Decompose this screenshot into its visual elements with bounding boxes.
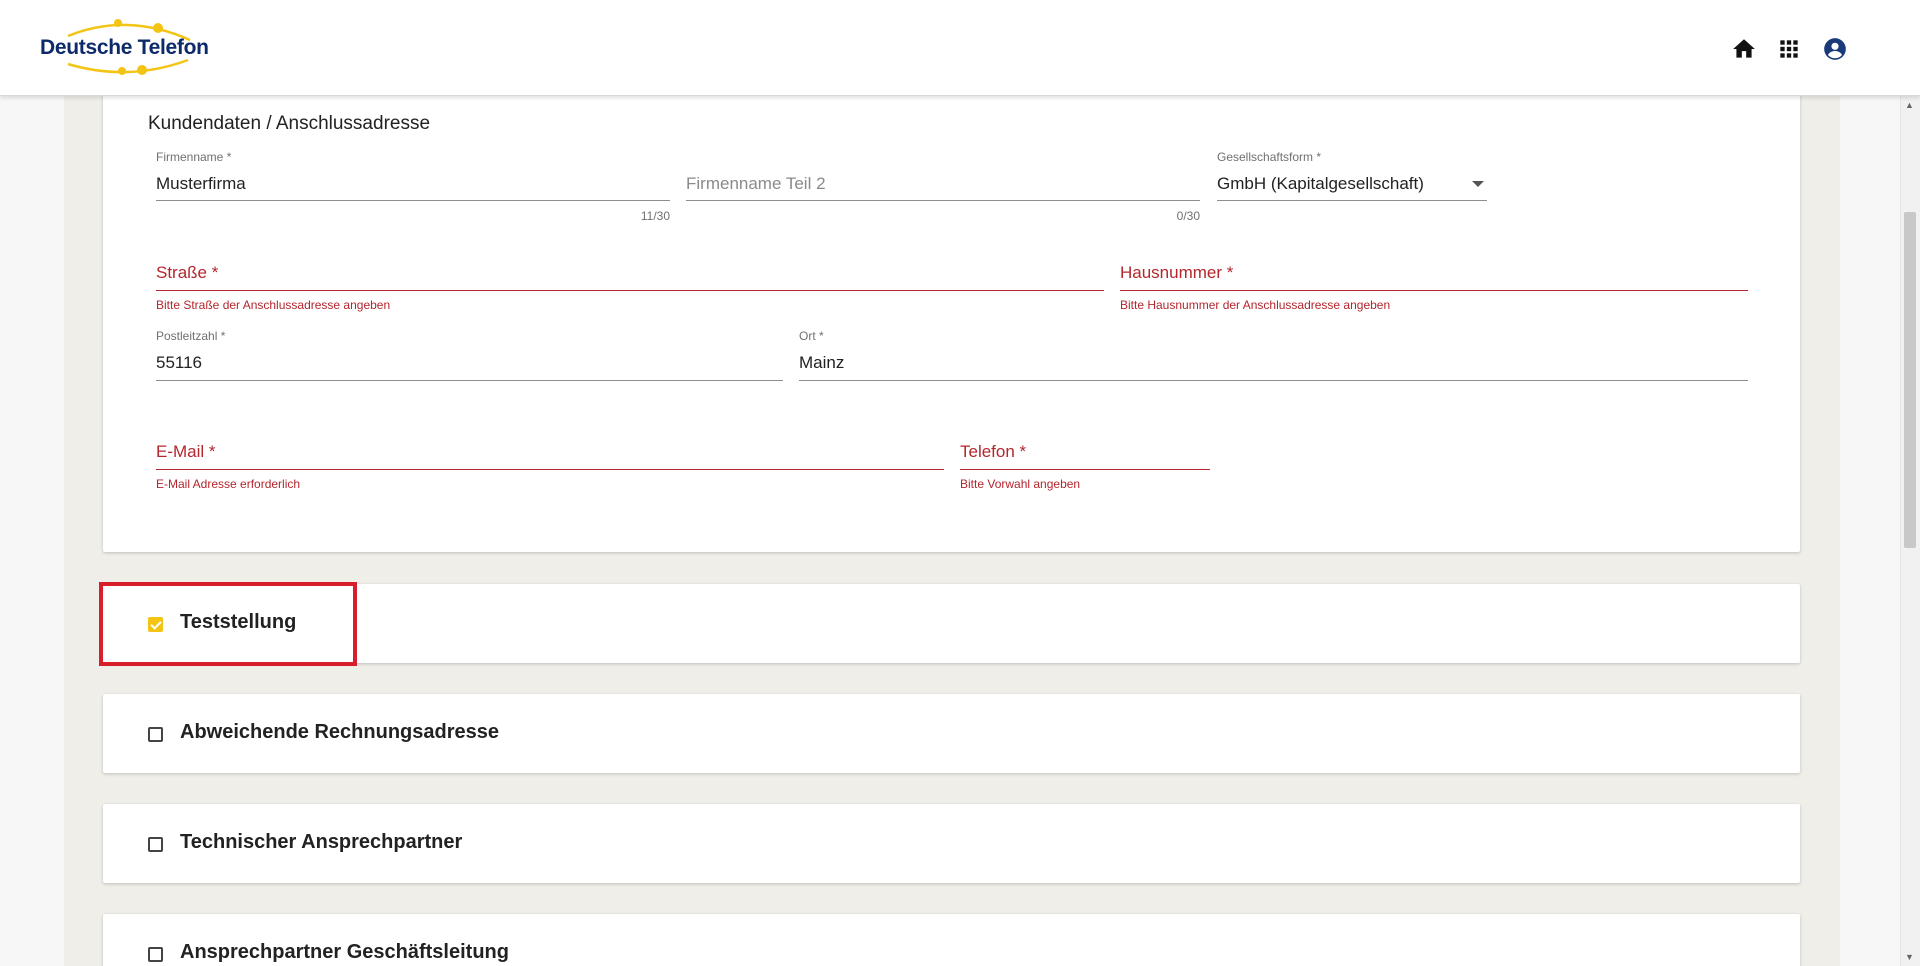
company-name-label: Firmenname * [156,150,232,164]
logo-text: Deutsche Telefon [40,36,209,59]
chevron-down-icon[interactable] [1472,181,1484,187]
email-underline [156,469,944,470]
top-app-bar: Deutsche Telefon [0,0,1920,96]
legal-form-label: Gesellschaftsform * [1217,150,1322,164]
postal-code-input[interactable]: 55116 [156,353,202,373]
postal-code-underline [156,380,783,381]
phone-underline [960,469,1210,470]
company-name-underline [156,200,670,201]
company-name-2-input[interactable]: Firmenname Teil 2 [686,174,826,194]
panel-title-management-contact: Ansprechpartner Geschäftsleitung [180,941,509,963]
legal-form-underline [1217,200,1487,201]
email-error: E-Mail Adresse erforderlich [156,477,301,491]
phone-input[interactable]: Telefon * [960,442,1026,462]
home-icon[interactable] [1731,36,1757,62]
management-contact-checkbox[interactable] [148,947,163,962]
panel-title-teststellung: Teststellung [180,611,297,633]
company-name-2-counter: 0/30 [1176,209,1200,223]
postal-code-label: Postleitzahl * [156,329,226,343]
house-number-input[interactable]: Hausnummer * [1120,263,1233,283]
city-label: Ort * [799,329,824,343]
billing-address-checkbox[interactable] [148,727,163,742]
technical-contact-checkbox[interactable] [148,837,163,852]
company-name-counter: 11/30 [640,209,670,223]
street-input[interactable]: Straße * [156,263,218,283]
section-title: Kundendaten / Anschlussadresse [148,113,431,134]
street-error: Bitte Straße der Anschlussadresse angebe… [156,298,391,312]
panel-teststellung[interactable] [103,584,1800,663]
house-number-underline [1120,290,1748,291]
company-name-input[interactable]: Musterfirma [156,174,246,194]
phone-error: Bitte Vorwahl angeben [960,477,1081,491]
scroll-up-icon[interactable]: ▲ [1905,100,1914,110]
panel-title-technical-contact: Technischer Ansprechpartner [180,831,463,853]
apps-grid-icon[interactable] [1776,36,1802,62]
house-number-error: Bitte Hausnummer der Anschlussadresse an… [1120,298,1391,312]
company-name-2-underline [686,200,1200,201]
street-underline [156,290,1104,291]
city-input[interactable]: Mainz [799,353,844,373]
teststellung-checkbox[interactable] [148,617,163,632]
email-input[interactable]: E-Mail * [156,442,216,462]
scroll-down-icon[interactable]: ▼ [1905,952,1914,962]
customer-data-card [103,90,1800,552]
city-underline [799,380,1748,381]
scrollbar-thumb[interactable] [1904,212,1916,548]
account-circle-icon[interactable] [1822,36,1848,62]
legal-form-select[interactable]: GmbH (Kapitalgesellschaft) [1217,174,1424,194]
panel-title-billing-address: Abweichende Rechnungsadresse [180,721,499,743]
brand-logo[interactable]: Deutsche Telefon [38,16,209,80]
